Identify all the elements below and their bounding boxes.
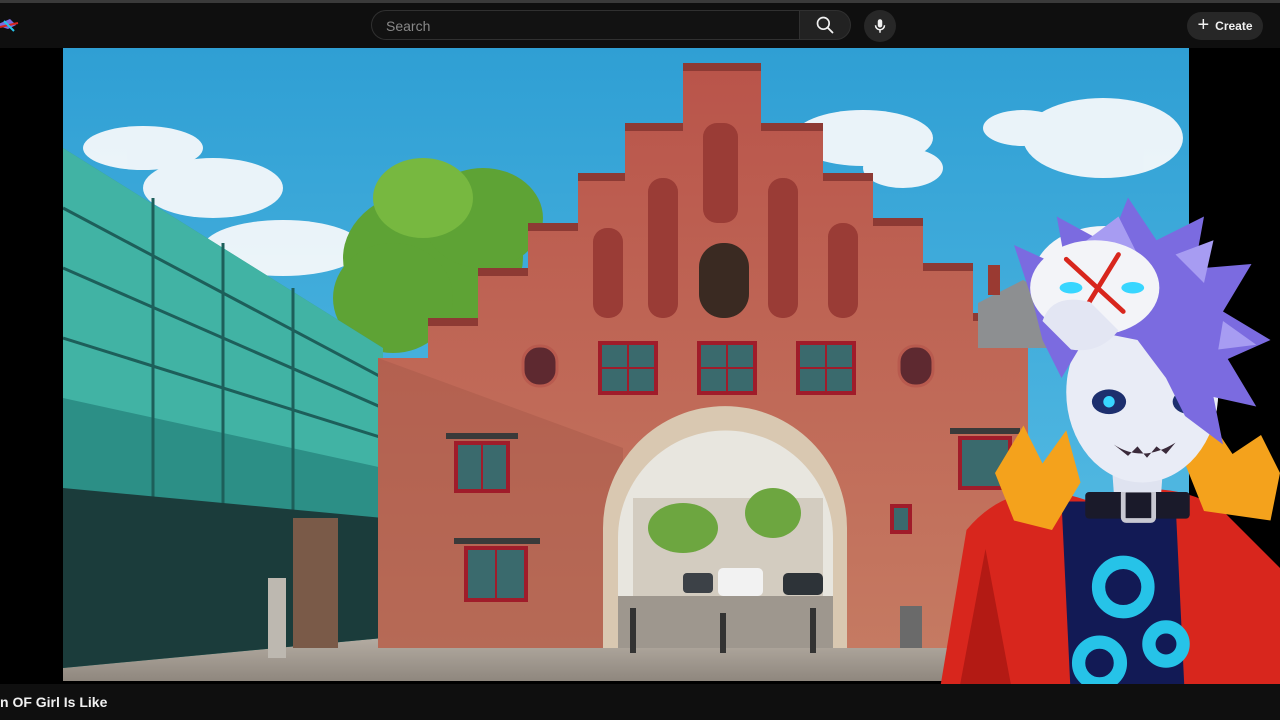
search-input[interactable] — [384, 11, 788, 41]
create-button-label: Create — [1215, 19, 1253, 33]
video-player[interactable] — [0, 48, 1280, 684]
voice-search-button[interactable] — [864, 10, 896, 42]
create-button[interactable]: + Create — [1187, 12, 1263, 40]
search-box[interactable] — [371, 10, 799, 41]
video-title: n OF Girl Is Like — [0, 694, 108, 710]
plus-icon: + — [1197, 14, 1210, 36]
search-icon — [816, 16, 834, 34]
channel-logo-icon[interactable] — [0, 13, 22, 35]
vtuber-avatar — [940, 197, 1280, 684]
search-button[interactable] — [799, 10, 851, 40]
video-title-bar: n OF Girl Is Like — [0, 684, 1280, 720]
masthead: + Create — [0, 3, 1280, 48]
microphone-icon — [874, 19, 886, 33]
